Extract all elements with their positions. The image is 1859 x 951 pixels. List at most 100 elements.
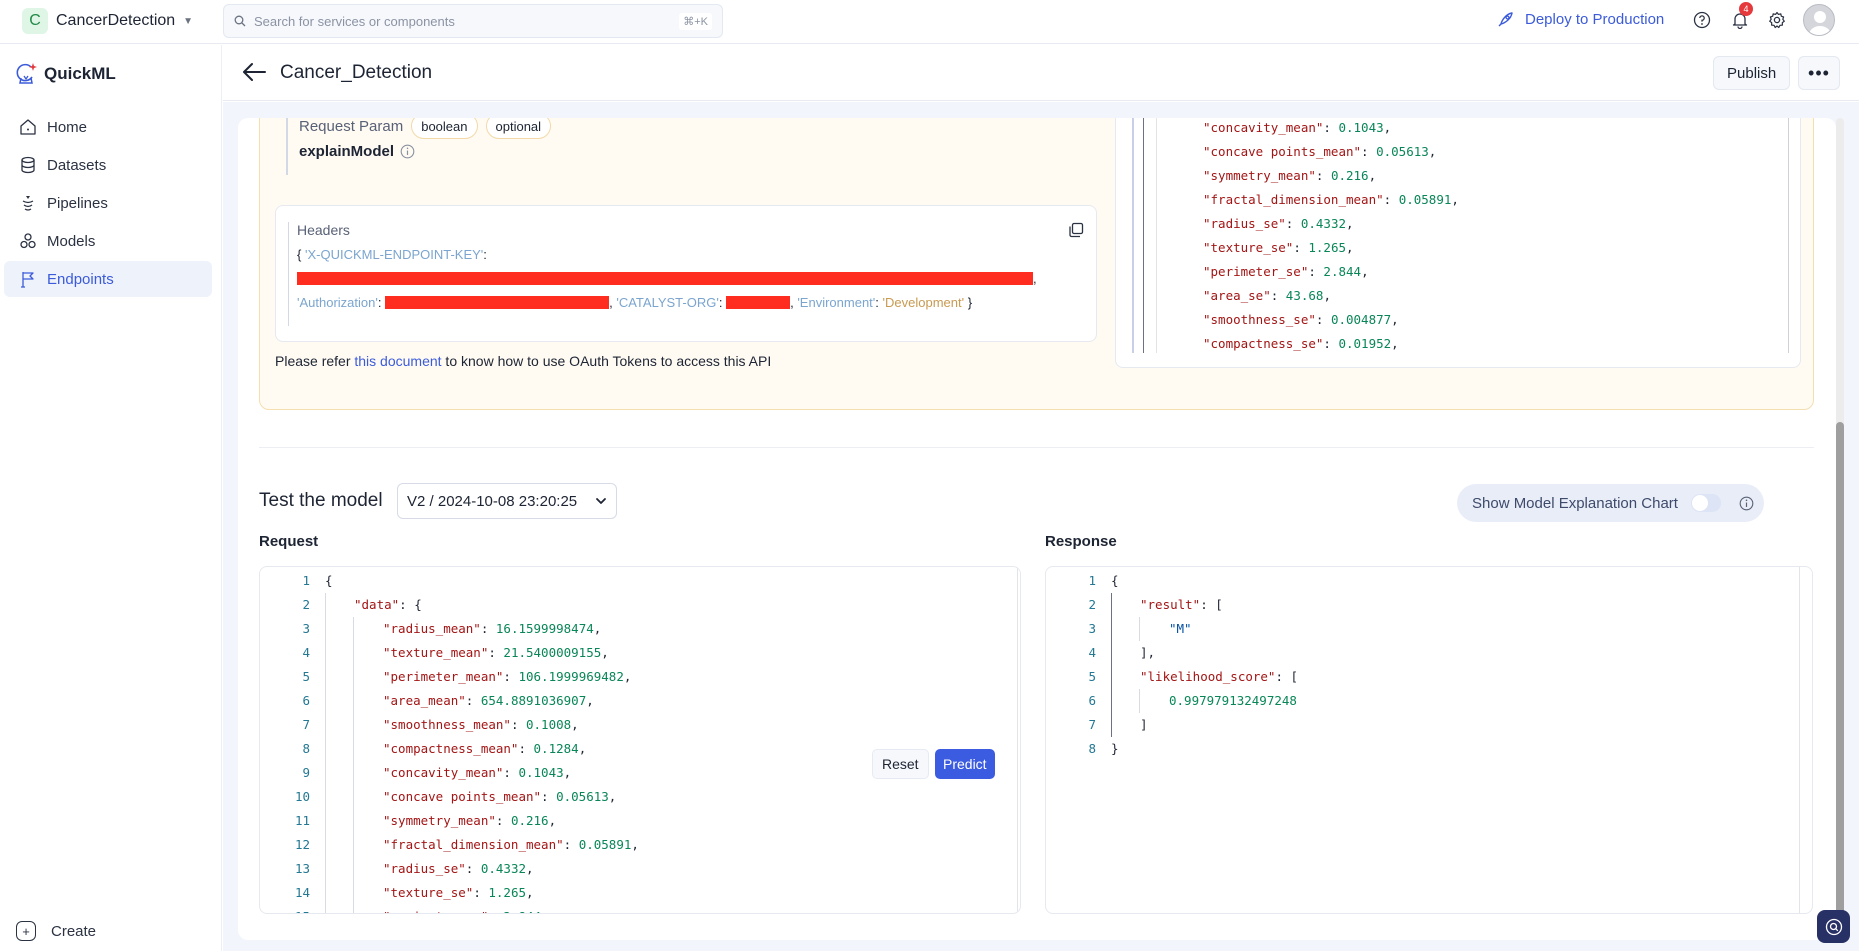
json-punct: : bbox=[473, 885, 489, 900]
search-input[interactable]: Search for services or components ⌘+K bbox=[223, 4, 723, 38]
deploy-to-production-button[interactable]: Deploy to Production bbox=[1497, 10, 1664, 28]
json-key: "area_se" bbox=[1203, 288, 1271, 303]
json-punct: , bbox=[623, 669, 632, 684]
json-key: "radius_se" bbox=[1203, 216, 1286, 231]
json-punct: , bbox=[548, 813, 557, 828]
code-line: "perimeter_mean": 106.1999969482, bbox=[325, 665, 639, 689]
org-switcher[interactable]: C CancerDetection ▼ bbox=[22, 8, 193, 34]
search-icon bbox=[234, 15, 246, 27]
help-icon bbox=[1693, 11, 1711, 29]
back-button[interactable] bbox=[241, 61, 267, 88]
settings-button[interactable] bbox=[1766, 9, 1788, 31]
version-select[interactable]: V2 / 2024-10-08 23:20:25 bbox=[397, 483, 617, 519]
sidebar-item-home[interactable]: Home bbox=[4, 109, 212, 145]
predict-button[interactable]: Predict bbox=[935, 749, 995, 779]
header-key: 'X-QUICKML-ENDPOINT-KEY' bbox=[304, 247, 484, 262]
scrollbar[interactable] bbox=[1788, 118, 1789, 353]
line-number: 7 bbox=[1088, 717, 1096, 732]
sidebar-item-endpoints[interactable]: Endpoints bbox=[4, 261, 212, 297]
code-line: "area_mean": 654.8891036907, bbox=[325, 689, 639, 713]
json-key: "perimeter_mean" bbox=[383, 669, 504, 684]
page-header: Cancer_Detection Publish ••• bbox=[223, 45, 1859, 101]
code-line: "symmetry_mean": 0.216, bbox=[325, 809, 639, 833]
json-punct: : bbox=[488, 645, 504, 660]
org-avatar: C bbox=[22, 8, 48, 34]
json-key: "compactness_mean" bbox=[383, 741, 519, 756]
line-number: 2 bbox=[1088, 597, 1096, 612]
endpoint-card: Request Param boolean optional explainMo… bbox=[238, 118, 1836, 940]
json-number: 16.1599998474 bbox=[495, 621, 594, 636]
sidebar: QuickML Home Datasets Pipelines Models E… bbox=[0, 45, 222, 951]
code-line: "data": { bbox=[325, 593, 639, 617]
document-link[interactable]: this document bbox=[354, 353, 441, 369]
json-key: "texture_se" bbox=[383, 885, 474, 900]
user-avatar[interactable] bbox=[1803, 4, 1835, 36]
gear-icon bbox=[1769, 11, 1785, 29]
json-key: "radius_mean" bbox=[383, 621, 481, 636]
line-number: 5 bbox=[1088, 669, 1096, 684]
brand-name: QuickML bbox=[44, 64, 116, 83]
json-punct: { bbox=[414, 597, 422, 612]
json-punct: : bbox=[1308, 264, 1324, 279]
json-punct: [ bbox=[1290, 669, 1299, 684]
chevron-down-icon bbox=[596, 498, 606, 504]
json-punct: : bbox=[1293, 240, 1309, 255]
json-punct: ] bbox=[1140, 717, 1148, 732]
code-line: "texture_mean": 21.5400009155, bbox=[325, 641, 639, 665]
sidebar-item-datasets[interactable]: Datasets bbox=[4, 147, 212, 183]
assistant-button[interactable] bbox=[1817, 910, 1850, 943]
code-line: "fractal_dimension_mean": 0.05891, bbox=[1203, 188, 1459, 212]
help-button[interactable] bbox=[1691, 9, 1713, 31]
header-line-auth: 'Authorization' : , 'CATALYST-ORG' : , '… bbox=[297, 295, 1037, 310]
sidebar-nav: Home Datasets Pipelines Models Endpoints bbox=[4, 109, 212, 299]
redacted-value bbox=[726, 296, 791, 309]
code-line: "radius_se": 0.4332, bbox=[1203, 212, 1459, 236]
top-bar: C CancerDetection ▼ Search for services … bbox=[0, 0, 1859, 44]
code-line: "smoothness_se": 0.004877, bbox=[1203, 308, 1459, 332]
json-key: "compactness_se" bbox=[1203, 336, 1324, 351]
json-key: "concave points_mean" bbox=[1203, 144, 1362, 159]
json-number: 0.4332 bbox=[480, 861, 527, 876]
json-number: 0.4332 bbox=[1300, 216, 1347, 231]
json-key: "smoothness_mean" bbox=[383, 717, 511, 732]
request-label: Request bbox=[259, 533, 319, 550]
line-number: 1 bbox=[1088, 573, 1096, 588]
request-param: Request Param boolean optional explainMo… bbox=[286, 118, 552, 175]
plus-icon: + bbox=[16, 921, 36, 941]
header-key: 'CATALYST-ORG' bbox=[616, 295, 719, 310]
line-number: 12 bbox=[294, 837, 310, 852]
json-number: 0.216 bbox=[1330, 168, 1369, 183]
more-options-button[interactable]: ••• bbox=[1798, 56, 1840, 90]
json-key: "data" bbox=[354, 597, 400, 612]
explain-chart-switch[interactable] bbox=[1690, 494, 1721, 512]
sample-request-viewer[interactable]: "compactness_mean": 0.1284,"concavity_me… bbox=[1115, 118, 1801, 368]
json-punct: : bbox=[510, 717, 526, 732]
create-button[interactable]: + Create bbox=[16, 921, 96, 941]
publish-button[interactable]: Publish bbox=[1713, 56, 1791, 90]
json-key: "radius_se" bbox=[383, 861, 466, 876]
json-punct: : bbox=[1200, 597, 1216, 612]
page-scrollbar-thumb[interactable] bbox=[1836, 422, 1844, 940]
json-punct: : bbox=[503, 765, 519, 780]
line-number: 15 bbox=[260, 905, 310, 913]
code-line: "concave points_mean": 0.05613, bbox=[1203, 140, 1459, 164]
sidebar-item-pipelines[interactable]: Pipelines bbox=[4, 185, 212, 221]
reset-button[interactable]: Reset bbox=[872, 749, 929, 779]
json-punct: : bbox=[541, 789, 557, 804]
info-icon[interactable] bbox=[400, 144, 415, 159]
line-number: 7 bbox=[302, 717, 310, 732]
json-punct: , bbox=[578, 741, 587, 756]
line-number: 13 bbox=[294, 861, 310, 876]
json-number: 0.05891 bbox=[1398, 192, 1452, 207]
param-name: explainModel bbox=[299, 143, 395, 160]
json-number: 2.844 bbox=[503, 909, 541, 913]
info-icon[interactable] bbox=[1739, 496, 1754, 511]
sidebar-item-models[interactable]: Models bbox=[4, 223, 212, 259]
json-punct: , bbox=[1428, 144, 1437, 159]
response-editor[interactable]: 1 2 3 4 5 6 7 8 {"result": ["M"], "likelihood_sc… bbox=[1045, 566, 1813, 914]
json-number: 0.05891 bbox=[578, 837, 632, 852]
json-number: 0.997979132497248 bbox=[1169, 693, 1297, 708]
json-punct: , bbox=[571, 717, 579, 732]
copy-icon[interactable] bbox=[1068, 222, 1084, 238]
request-editor[interactable]: 123456789101112131415 {"data": {"radius_… bbox=[259, 566, 1021, 914]
